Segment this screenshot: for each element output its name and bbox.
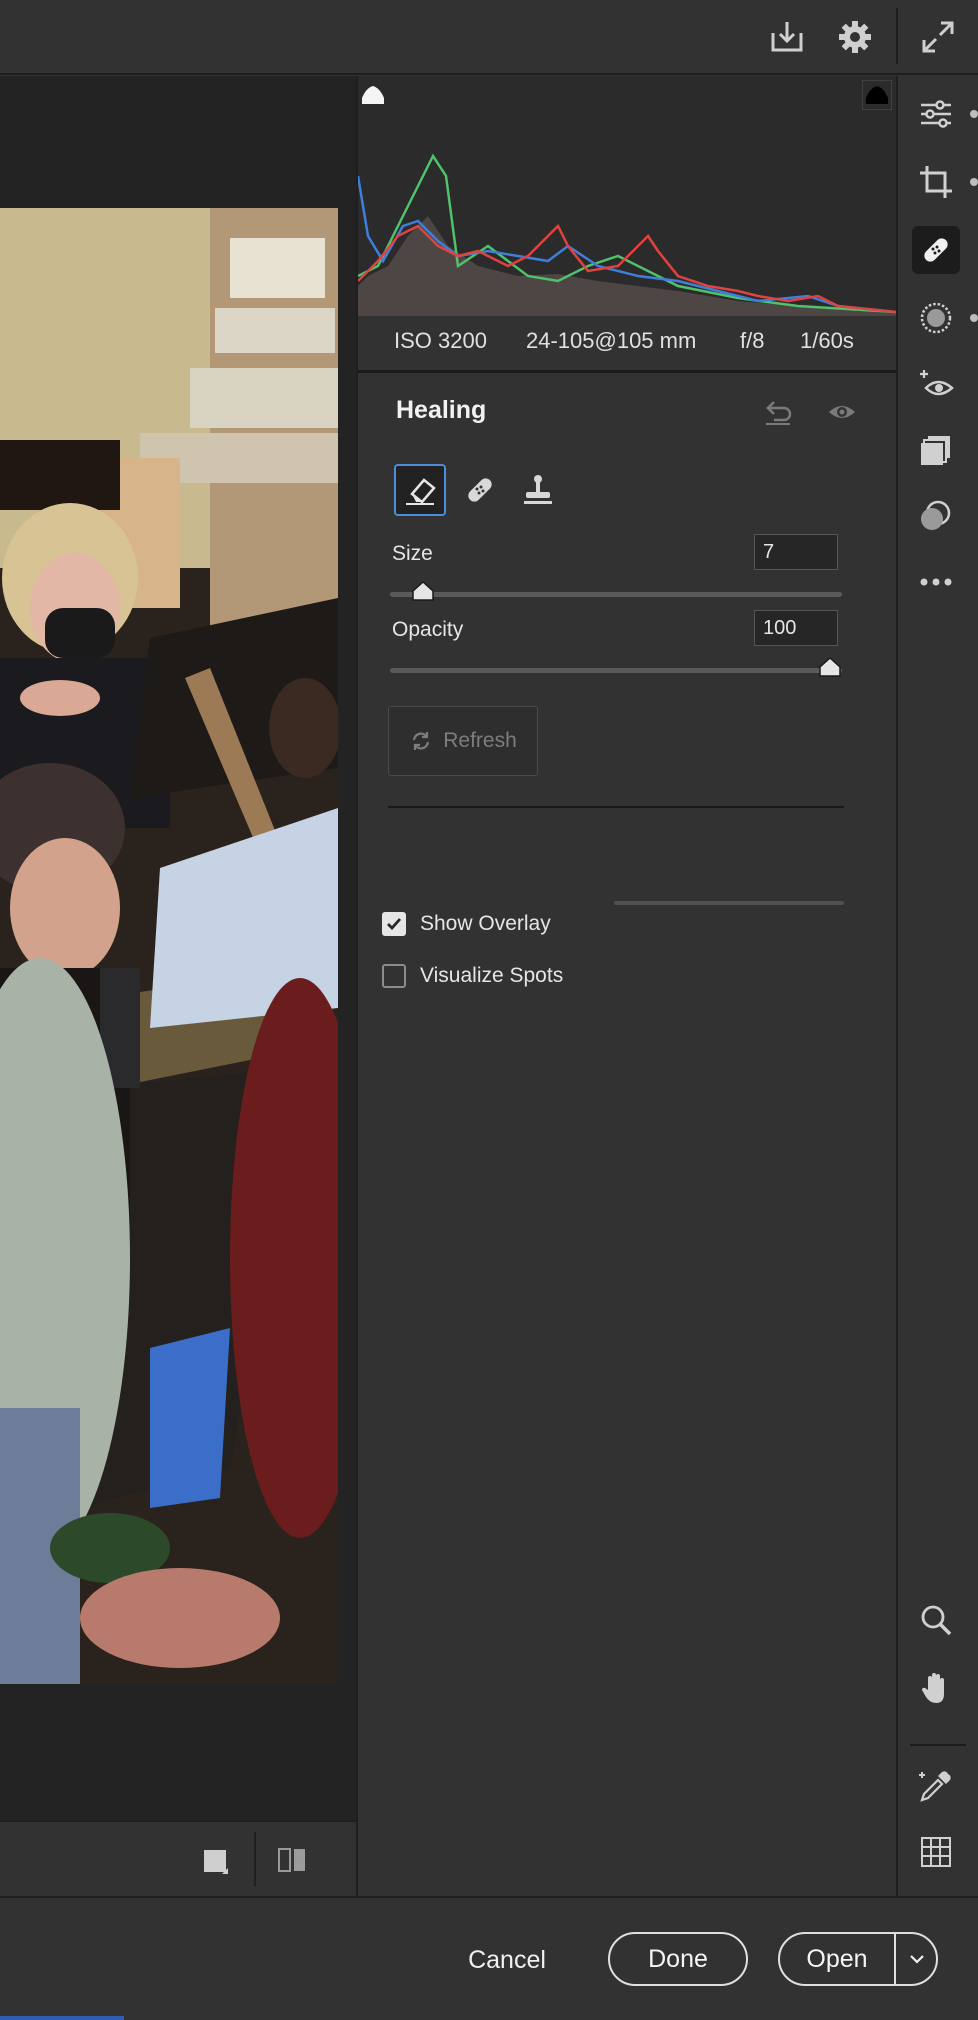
visualize-spots-checkbox[interactable]	[382, 964, 406, 988]
opacity-input[interactable]	[754, 610, 838, 646]
right-toolbar	[898, 76, 978, 1896]
cancel-button[interactable]: Cancel	[452, 1934, 562, 1986]
visibility-eye-icon[interactable]	[822, 392, 862, 432]
edit-sliders-icon[interactable]	[912, 90, 960, 138]
chevron-down-icon[interactable]	[898, 1934, 936, 1984]
opacity-label: Opacity	[392, 618, 464, 641]
size-label: Size	[392, 542, 433, 565]
histogram-divider	[358, 370, 896, 373]
exif-iso: ISO 3200	[394, 328, 487, 353]
opacity-slider[interactable]	[390, 668, 842, 673]
open-split-button: Open	[778, 1932, 938, 1986]
reset-undo-icon[interactable]	[758, 392, 798, 432]
photo-preview	[0, 208, 338, 1684]
edit-panel: ISO 3200 24-105@105 mm f/8 1/60s Healing…	[358, 76, 896, 1896]
exif-info: ISO 3200 24-105@105 mm f/8 1/60s	[358, 316, 896, 366]
show-overlay-checkbox[interactable]	[382, 912, 406, 936]
section-divider	[388, 806, 844, 808]
accent-strip	[0, 2016, 124, 2020]
canvas-footer	[0, 1820, 356, 1896]
heal-bandage-icon[interactable]	[454, 464, 506, 516]
image-canvas[interactable]	[0, 76, 356, 1869]
fullscreen-expand-icon[interactable]	[913, 12, 963, 62]
crop-indicator-dot	[970, 178, 978, 186]
clone-stamp-icon[interactable]	[512, 464, 564, 516]
exif-shutter: 1/60s	[800, 328, 854, 353]
save-icon[interactable]	[762, 12, 812, 62]
exif-aperture: f/8	[740, 328, 765, 353]
footer-divider	[254, 1832, 256, 1886]
histogram	[358, 76, 896, 316]
presets-icon[interactable]	[912, 426, 960, 474]
red-eye-icon[interactable]	[912, 360, 960, 408]
more-icon[interactable]	[912, 558, 960, 606]
zoom-icon[interactable]	[912, 1596, 960, 1644]
action-bar: Cancel Done Open	[0, 1896, 978, 2020]
settings-gear-icon[interactable]	[830, 12, 880, 62]
open-split-divider	[894, 1934, 896, 1984]
healing-bandage-icon[interactable]	[912, 226, 960, 274]
done-button[interactable]: Done	[608, 1932, 748, 1986]
hand-icon[interactable]	[912, 1664, 960, 1712]
top-bar	[0, 0, 978, 75]
show-overlay-label: Show Overlay	[420, 912, 551, 935]
refresh-label: Refresh	[443, 729, 517, 752]
panel-title: Healing	[396, 396, 487, 424]
camera-raw-window: ISO 3200 24-105@105 mm f/8 1/60s Healing…	[0, 0, 978, 2020]
refresh-button[interactable]: Refresh	[388, 706, 538, 776]
content-aware-remove-icon[interactable]	[394, 464, 446, 516]
crop-icon[interactable]	[912, 158, 960, 206]
visualize-spots-label: Visualize Spots	[420, 964, 564, 987]
exif-lens: 24-105@105 mm	[526, 328, 697, 353]
visualize-spots-slider[interactable]	[614, 901, 844, 905]
size-input[interactable]	[754, 534, 838, 570]
toolbar-separator	[910, 1744, 966, 1746]
grid-icon[interactable]	[912, 1828, 960, 1876]
refresh-icon	[409, 729, 433, 753]
compare-icon[interactable]	[272, 1840, 312, 1880]
top-divider	[896, 8, 898, 64]
visualize-spots-toggle[interactable]: Visualize Spots	[382, 964, 563, 988]
view-mode-icon[interactable]	[196, 1840, 236, 1880]
opacity-slider-thumb[interactable]	[818, 656, 842, 677]
show-overlay-toggle[interactable]: Show Overlay	[382, 912, 551, 936]
mask-indicator-dot	[970, 314, 978, 322]
color-sampler-icon[interactable]	[912, 1762, 960, 1810]
open-button[interactable]: Open	[780, 1934, 894, 1984]
snapshots-icon[interactable]	[912, 492, 960, 540]
masking-icon[interactable]	[912, 294, 960, 342]
shadow-clipping-icon[interactable]	[358, 80, 388, 110]
size-slider[interactable]	[390, 592, 842, 597]
edit-indicator-dot	[970, 110, 978, 118]
highlight-clipping-icon[interactable]	[861, 79, 893, 111]
size-slider-thumb[interactable]	[411, 580, 435, 601]
